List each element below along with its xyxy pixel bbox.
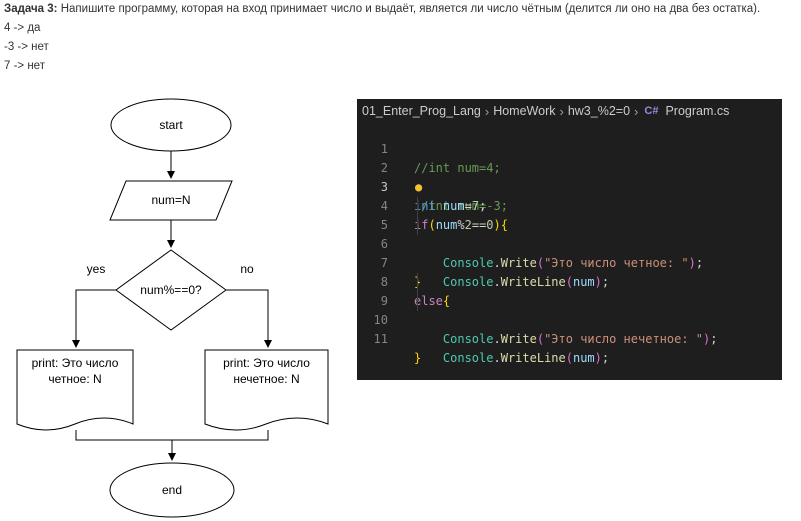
code-line[interactable]: 4 if(num%2==0){ [357, 178, 782, 232]
no-label: no [240, 262, 254, 276]
indent-guide [417, 273, 418, 292]
indent-guide [417, 216, 418, 235]
breadcrumb-item-file[interactable]: Program.cs [665, 104, 729, 118]
breadcrumb: 01_Enter_Prog_Lang › HomeWork › hw3_%2=0… [362, 102, 729, 120]
task-statement: Задача 3: Напишите программу, которая на… [4, 2, 799, 17]
code-line[interactable]: 9 Console.Write("Это число нечетное: "); [357, 273, 782, 346]
line-number: 11 [373, 332, 388, 346]
yes-label: yes [86, 262, 106, 276]
example-2: -3 -> нет [4, 41, 49, 53]
code-line[interactable]: 3 int num=7; [357, 159, 782, 213]
code-text: } [414, 351, 422, 365]
code-line[interactable]: 2 ● /int num=-3; [357, 140, 782, 213]
decision-label: num%==0? [140, 283, 202, 297]
example-1: 4 -> да [4, 22, 41, 34]
chevron-right-icon: › [559, 103, 564, 119]
breadcrumb-item-folder[interactable]: hw3_%2=0 [568, 104, 630, 118]
csharp-icon: C# [644, 105, 659, 117]
code-line[interactable]: 11 } [357, 311, 782, 365]
arrow-yes [72, 289, 116, 348]
print-yes-label-2: четное: N [48, 372, 102, 386]
code-area[interactable]: 1 //int num=4; 2 ● /int num=-3; 3 int nu… [357, 121, 782, 365]
example-3: 7 -> нет [4, 60, 45, 72]
input-label: num=N [151, 193, 191, 207]
code-line[interactable]: 7 } [357, 235, 782, 289]
code-line[interactable]: 5 Console.Write("Это число четное: "); [357, 197, 782, 270]
code-line[interactable]: 10 Console.WriteLine(num); [357, 292, 782, 365]
print-yes-label-1: print: Это число [31, 356, 119, 370]
flowchart: start num=N num%==0? yes no print: Это ч… [0, 90, 350, 521]
task-text: Напишите программу, которая на вход прин… [57, 3, 761, 15]
code-line[interactable]: 6 Console.WriteLine(num); [357, 216, 782, 289]
indent-guide [417, 197, 418, 216]
start-label: start [159, 118, 183, 132]
chevron-right-icon: › [634, 103, 639, 119]
arrow-no [226, 289, 272, 348]
breadcrumb-item-project[interactable]: 01_Enter_Prog_Lang [362, 104, 481, 118]
code-text: Console.Write("Это число нечетное: "); [442, 332, 718, 346]
code-line[interactable]: 8 else{ [357, 254, 782, 308]
breadcrumb-item-homework[interactable]: HomeWork [493, 104, 555, 118]
print-no-label-2: нечетное: N [233, 372, 300, 386]
print-no-label-1: print: Это число [223, 356, 310, 370]
code-editor: 01_Enter_Prog_Lang › HomeWork › hw3_%2=0… [357, 99, 782, 380]
chevron-right-icon: › [484, 103, 490, 119]
merge-line [75, 430, 269, 441]
end-label: end [161, 483, 183, 497]
code-text: Console.WriteLine(num); [442, 351, 610, 365]
code-line[interactable]: 1 //int num=4; [357, 121, 782, 175]
indent-guide [417, 292, 418, 311]
flowchart-shapes [16, 98, 329, 518]
task-label: Задача 3: [4, 3, 58, 15]
